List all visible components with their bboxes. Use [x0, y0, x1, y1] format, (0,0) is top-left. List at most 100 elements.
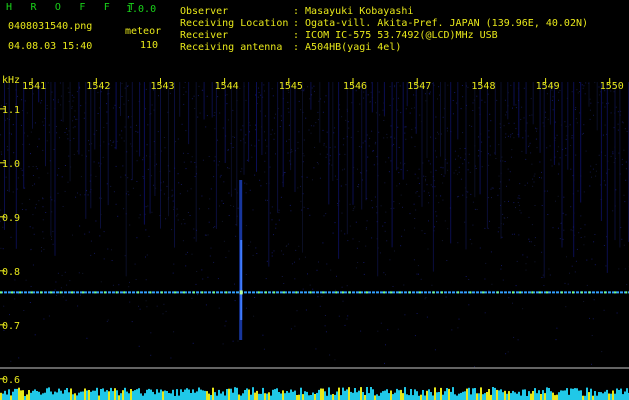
noise-speck	[84, 194, 86, 196]
noise-speck	[130, 179, 132, 181]
noise-speck	[280, 115, 282, 117]
noise-speck	[619, 173, 621, 175]
noise-speck	[595, 175, 597, 177]
noise-speck	[228, 250, 230, 252]
noise-speck	[282, 175, 284, 177]
noise-speck	[290, 163, 292, 165]
noise-speck	[489, 220, 490, 222]
noise-speck	[156, 163, 157, 165]
noise-floor-sample	[436, 392, 438, 400]
noise-speck	[539, 161, 541, 163]
noise-speck	[458, 318, 460, 320]
noise-floor-sample	[200, 389, 202, 400]
carrier-bright-pixel	[160, 291, 163, 294]
noise-speck	[158, 95, 159, 97]
noise-speck	[371, 200, 373, 202]
noise-speck	[615, 158, 616, 159]
noise-speck	[139, 214, 141, 216]
noise-speck	[131, 321, 133, 323]
spectrogram-panel: kHz 1541 1542 1543 1544 1545 1546 1547 1548 1549…	[0, 70, 629, 400]
noise-speck	[441, 240, 443, 242]
noise-speck	[191, 297, 193, 299]
noise-speck	[554, 156, 556, 158]
noise-floor-sample	[274, 389, 276, 400]
noise-speck	[589, 171, 591, 173]
noise-speck	[221, 200, 223, 202]
receiver-label: Receiver	[180, 30, 229, 41]
noise-speck	[281, 276, 283, 277]
noise-speck	[414, 218, 416, 219]
noise-speck	[249, 124, 251, 126]
noise-floor-sample	[36, 391, 38, 400]
noise-streak	[120, 82, 121, 116]
noise-speck	[254, 145, 256, 147]
noise-speck	[72, 100, 74, 102]
noise-streak	[23, 82, 25, 189]
noise-speck	[47, 172, 49, 174]
noise-speck	[582, 87, 584, 89]
noise-speck	[150, 175, 152, 177]
noise-speck	[464, 153, 466, 155]
noise-speck	[490, 120, 492, 122]
noise-streak	[195, 82, 197, 242]
noise-speck	[585, 150, 587, 152]
meteor-echo-core	[240, 240, 243, 320]
noise-streak	[332, 82, 334, 181]
noise-speck	[612, 210, 614, 212]
noise-floor-sample	[24, 396, 26, 400]
noise-floor-sample	[70, 388, 72, 400]
noise-speck	[235, 235, 237, 237]
noise-floor-sample	[14, 388, 16, 400]
noise-speck	[54, 289, 56, 291]
noise-floor-sample	[92, 390, 94, 400]
noise-speck	[142, 159, 144, 161]
noise-floor-sample	[192, 389, 194, 400]
noise-speck	[580, 215, 582, 217]
noise-speck	[626, 131, 628, 132]
noise-speck	[323, 215, 325, 217]
noise-speck	[127, 177, 129, 179]
antenna-value: : A504HB(yagi 4el)	[293, 42, 402, 53]
noise-streak	[282, 82, 284, 188]
noise-speck	[111, 260, 113, 261]
noise-speck	[551, 165, 553, 167]
noise-speck	[329, 159, 331, 161]
noise-speck	[297, 141, 299, 143]
noise-speck	[591, 335, 593, 336]
noise-speck	[336, 178, 338, 180]
noise-speck	[191, 253, 193, 255]
noise-speck	[228, 215, 230, 216]
noise-speck	[357, 186, 358, 187]
noise-speck	[563, 196, 565, 198]
noise-speck	[3, 305, 5, 307]
noise-speck	[625, 161, 627, 163]
noise-speck	[566, 97, 568, 99]
noise-floor-sample	[542, 390, 544, 400]
noise-speck	[525, 263, 527, 265]
carrier-bright-pixel	[115, 291, 118, 294]
noise-streak	[361, 82, 363, 210]
noise-speck	[43, 248, 45, 250]
noise-floor-sample	[588, 392, 590, 400]
noise-speck	[242, 138, 244, 140]
noise-speck	[613, 162, 615, 163]
noise-speck	[623, 149, 625, 151]
noise-streak	[54, 82, 56, 256]
noise-speck	[353, 167, 355, 168]
noise-speck	[560, 124, 562, 126]
noise-speck	[624, 128, 626, 130]
noise-speck	[103, 127, 105, 128]
noise-speck	[339, 153, 341, 155]
noise-floor-sample	[202, 390, 204, 400]
noise-streak	[69, 82, 71, 182]
noise-speck	[449, 207, 451, 209]
noise-speck	[73, 116, 75, 118]
noise-floor-sample	[72, 394, 74, 400]
noise-floor-sample	[506, 393, 508, 400]
noise-speck	[565, 154, 567, 156]
noise-speck	[116, 140, 118, 142]
noise-speck	[6, 146, 8, 148]
noise-floor-sample	[8, 389, 10, 400]
noise-speck	[89, 143, 90, 145]
noise-speck	[111, 249, 112, 251]
